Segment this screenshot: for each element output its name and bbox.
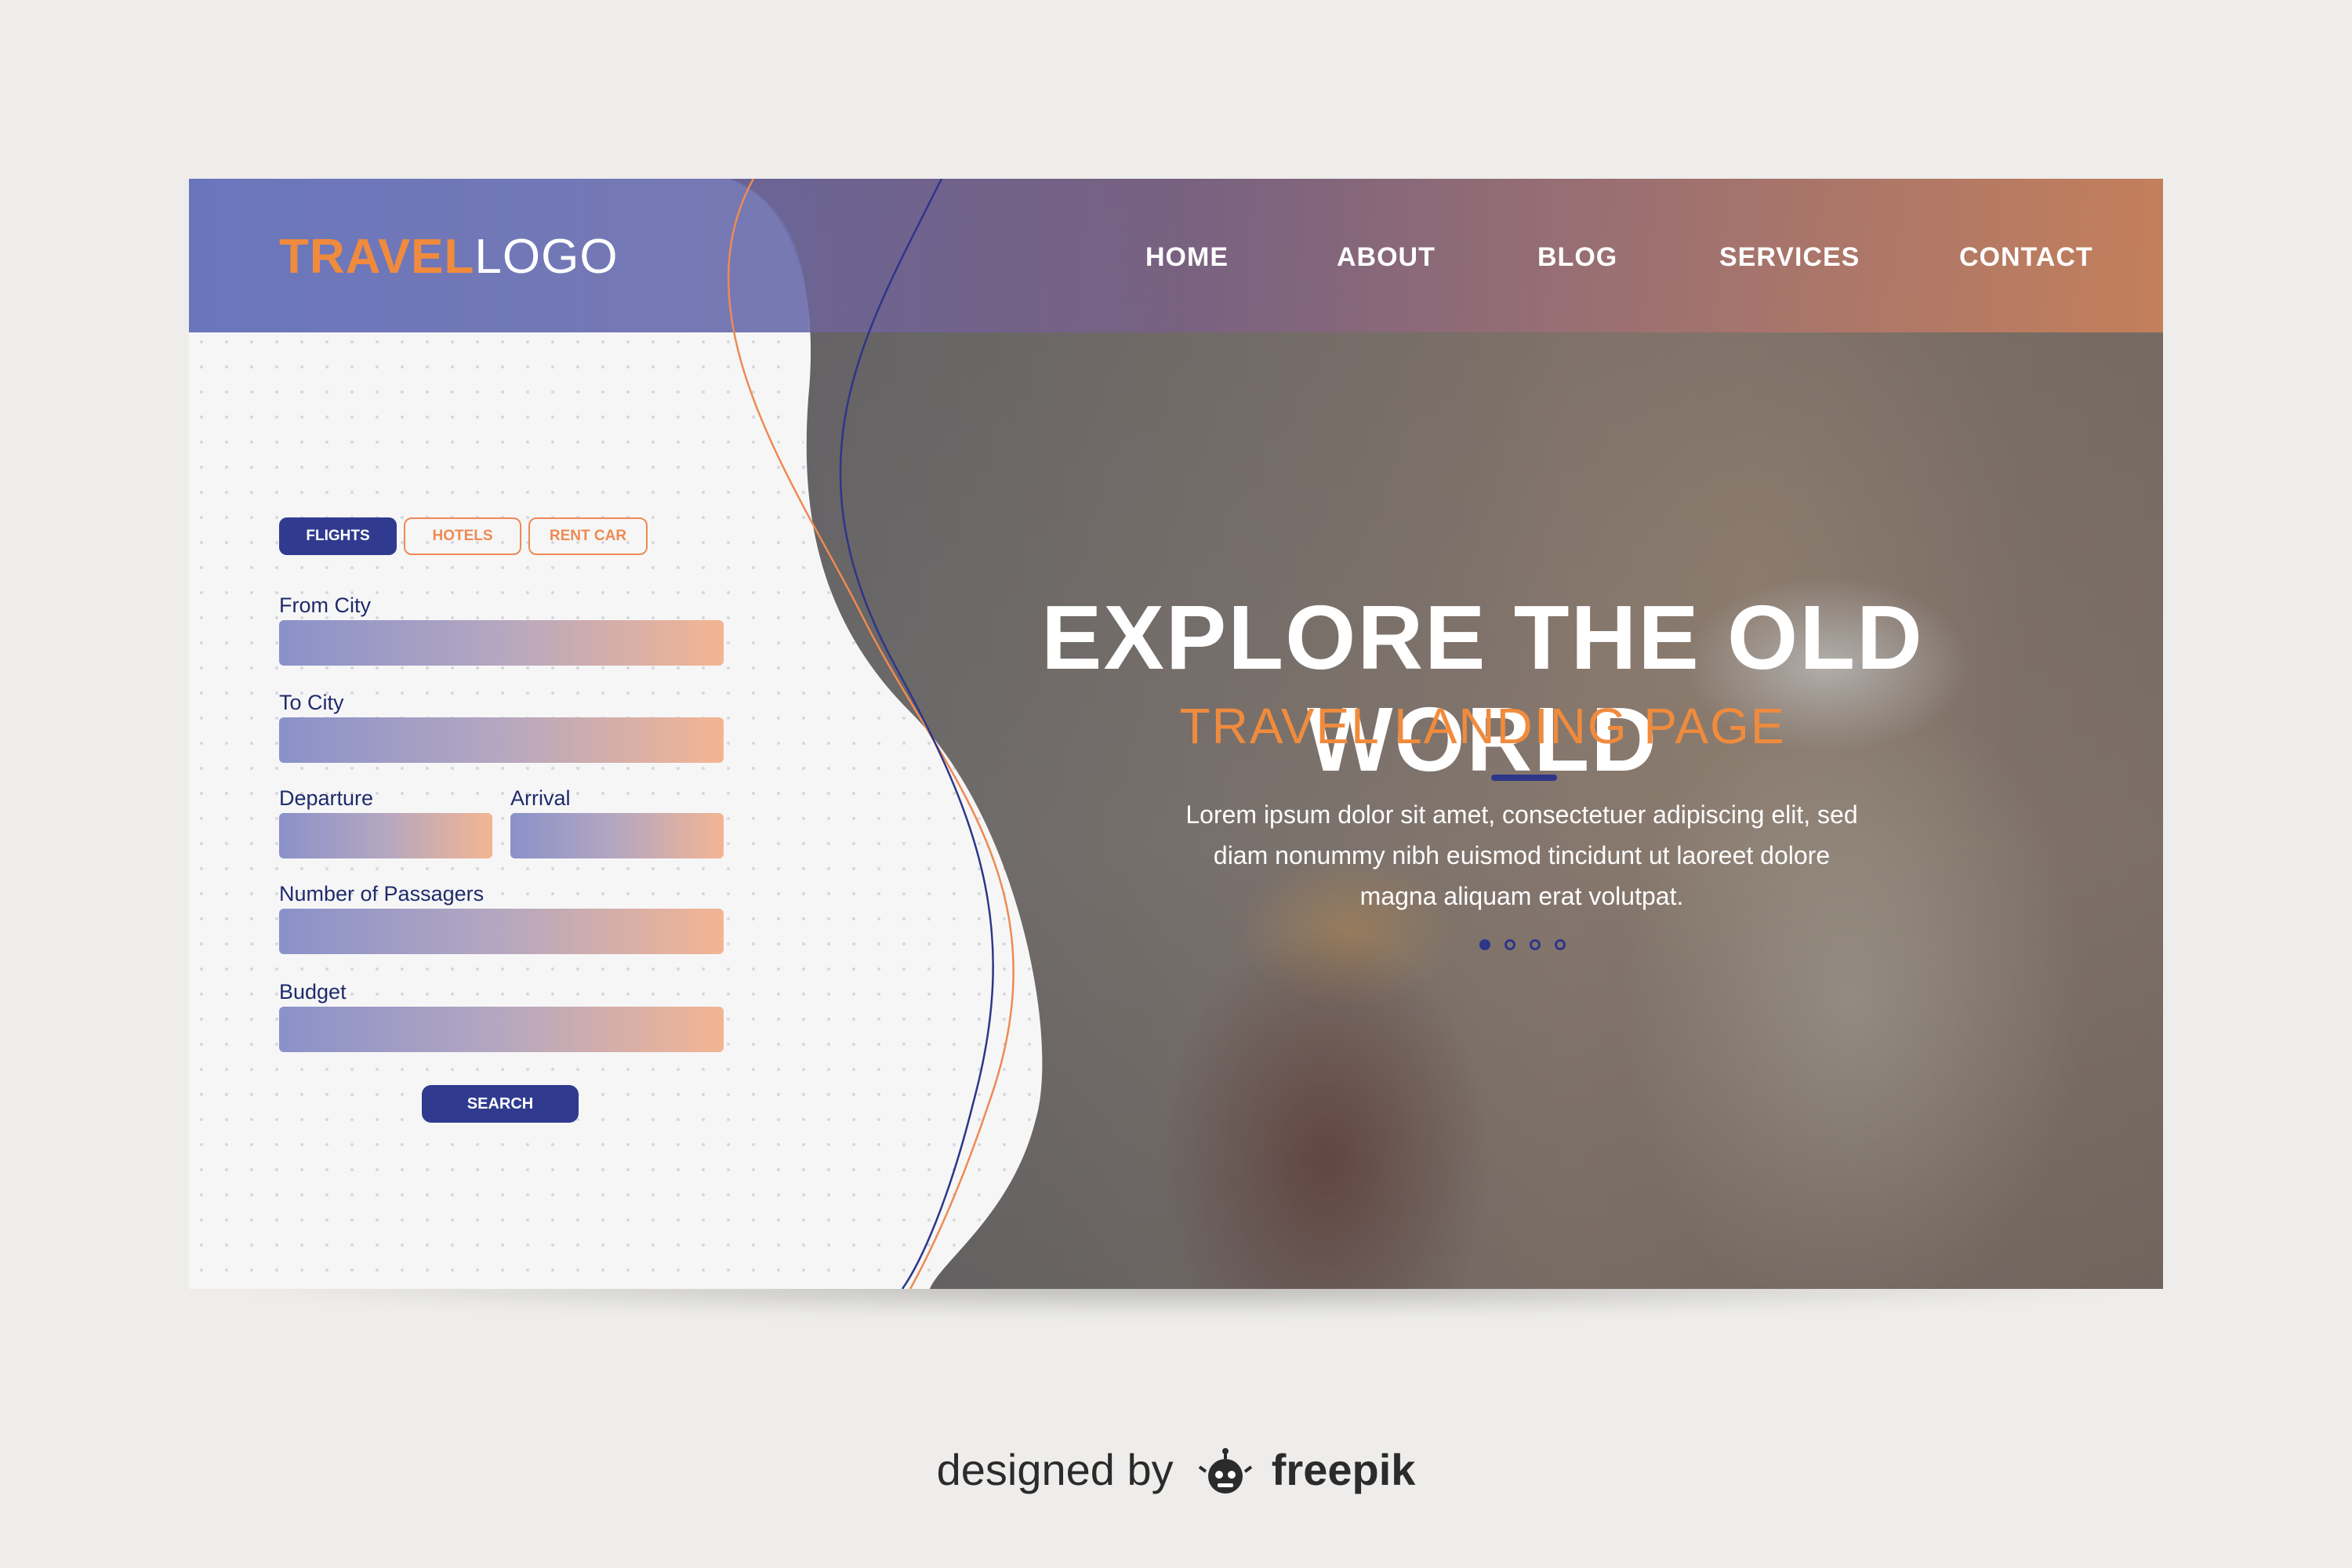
- passengers-input[interactable]: [279, 909, 724, 954]
- to-city-input[interactable]: [279, 717, 724, 763]
- hero-divider: [1491, 775, 1557, 781]
- tab-flights[interactable]: FLIGHTS: [279, 517, 397, 555]
- from-city-label: From City: [279, 593, 371, 617]
- arrival-label: Arrival: [510, 786, 571, 810]
- slider-dot-2[interactable]: [1504, 939, 1515, 950]
- site-header: TRAVELLOGO HOME ABOUT BLOG SERVICES CONT…: [189, 179, 2163, 332]
- attribution-brand: freepik: [1271, 1445, 1416, 1494]
- slider-dot-4[interactable]: [1555, 939, 1566, 950]
- passengers-label: Number of Passagers: [279, 882, 485, 906]
- freepik-robot-icon: [1198, 1448, 1253, 1494]
- main-nav: HOME ABOUT BLOG SERVICES CONTACT: [189, 179, 2163, 332]
- arrival-input[interactable]: [510, 813, 724, 858]
- search-button[interactable]: SEARCH: [422, 1085, 579, 1123]
- from-city-input[interactable]: [279, 620, 724, 666]
- nav-about[interactable]: ABOUT: [1337, 241, 1436, 273]
- hero-subtitle: TRAVEL LANDING PAGE: [1179, 698, 1786, 754]
- tab-rent-car[interactable]: RENT CAR: [528, 517, 648, 555]
- landing-page: TRAVELLOGO HOME ABOUT BLOG SERVICES CONT…: [189, 179, 2163, 1289]
- attribution-prefix: designed by: [936, 1445, 1174, 1494]
- hero-title: EXPLORE THE OLD WORLD: [1041, 586, 1924, 790]
- nav-services[interactable]: SERVICES: [1719, 241, 1860, 273]
- departure-input[interactable]: [279, 813, 492, 858]
- tab-hotels[interactable]: HOTELS: [404, 517, 521, 555]
- to-city-label: To City: [279, 691, 344, 714]
- slider-dot-3[interactable]: [1530, 939, 1541, 950]
- budget-label: Budget: [279, 980, 347, 1004]
- hero-body-text: Lorem ipsum dolor sit amet, consectetuer…: [1185, 800, 1858, 910]
- slider-dot-1[interactable]: [1479, 939, 1490, 950]
- departure-label: Departure: [279, 786, 374, 810]
- nav-blog[interactable]: BLOG: [1537, 241, 1617, 273]
- attribution: designed by freepik: [0, 1443, 2352, 1498]
- nav-home[interactable]: HOME: [1145, 241, 1229, 273]
- nav-contact[interactable]: CONTACT: [1959, 241, 2093, 273]
- budget-input[interactable]: [279, 1007, 724, 1052]
